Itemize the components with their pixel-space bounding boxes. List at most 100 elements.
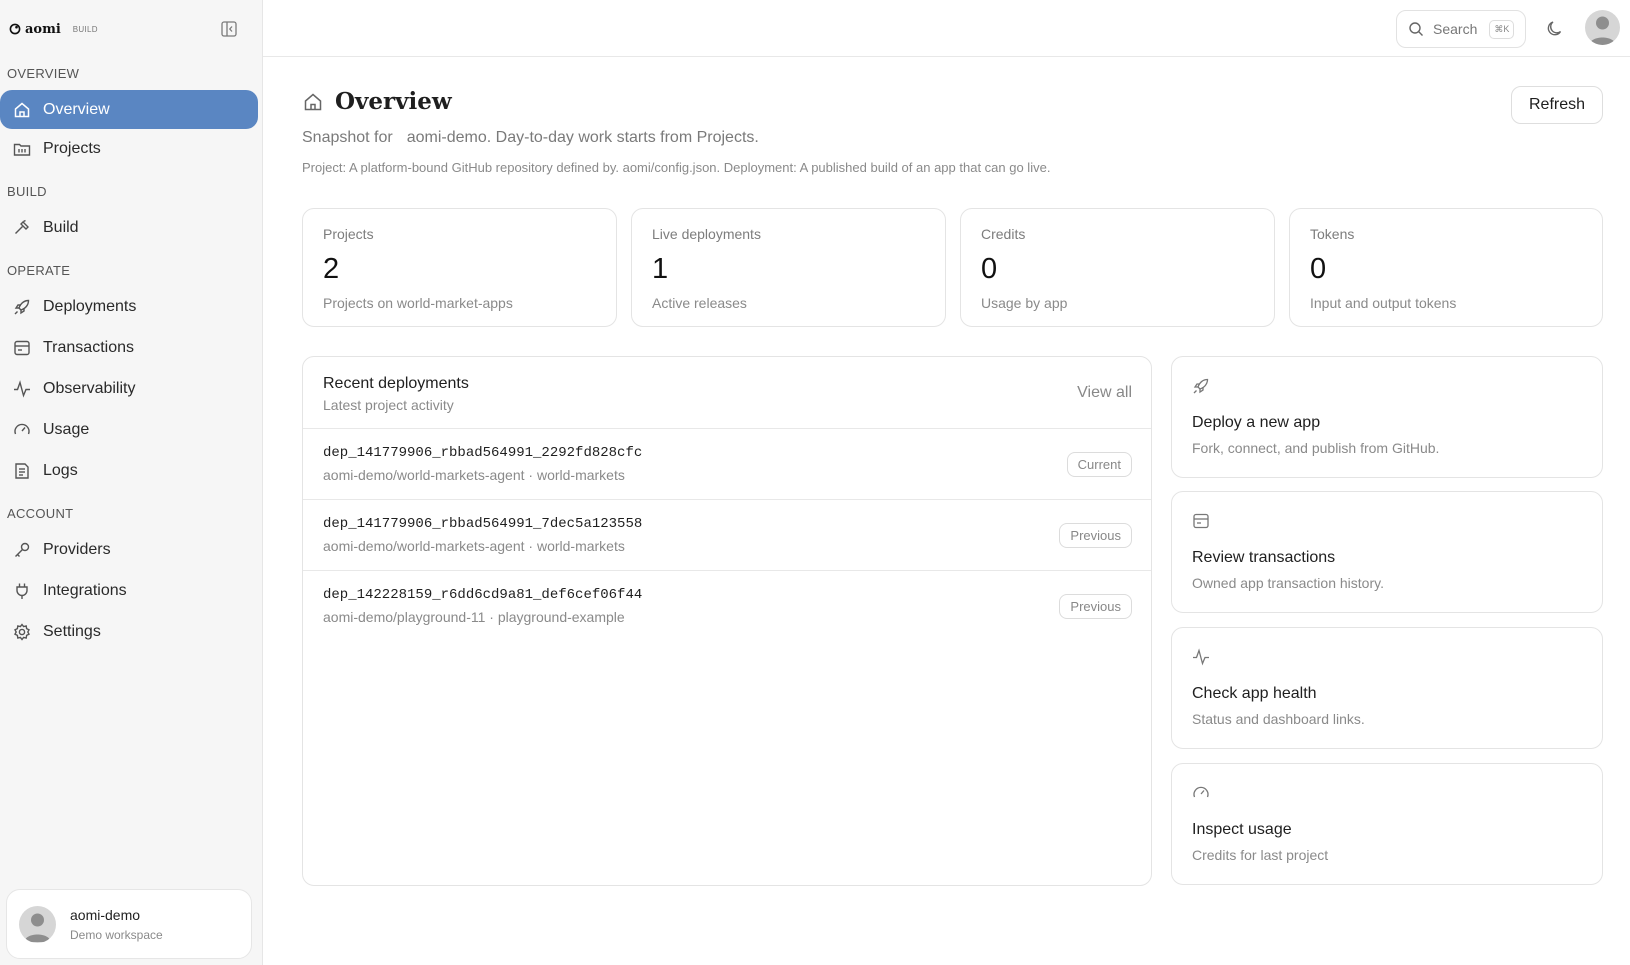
collapse-sidebar-icon[interactable] [220, 20, 238, 38]
sidebar-item-deployments[interactable]: Deployments [0, 287, 258, 326]
sidebar-item-usage[interactable]: Usage [0, 410, 258, 449]
sidebar-item-label: Build [43, 218, 79, 236]
stat-label: Tokens [1310, 226, 1355, 242]
status-badge: Current [1066, 452, 1132, 477]
sidebar-item-label: Observability [43, 379, 136, 397]
recent-deployments-title: Recent deployments [323, 375, 469, 392]
action-title: Inspect usage [1192, 821, 1292, 838]
action-title: Review transactions [1192, 549, 1336, 566]
sidebar-item-settings[interactable]: Settings [0, 612, 258, 651]
activity-icon [12, 379, 32, 399]
recent-deployments-panel: Recent deployments Latest project activi… [302, 356, 1152, 886]
deployment-meta: aomi-demo/playground-11 · playground-exa… [323, 609, 625, 625]
stat-subtitle: Active releases [652, 295, 747, 311]
transactions-icon [1191, 511, 1211, 531]
stat-card-tokens: Tokens 0 Input and output tokens [1289, 208, 1603, 327]
section-label-build: BUILD [7, 184, 47, 199]
gauge-icon [12, 420, 32, 440]
sidebar-item-integrations[interactable]: Integrations [0, 571, 258, 610]
inspect-usage-card[interactable]: Inspect usage Credits for last project [1171, 763, 1603, 885]
stat-card-projects: Projects 2 Projects on world-market-apps [302, 208, 617, 327]
sidebar-item-providers[interactable]: Providers [0, 530, 258, 569]
transactions-icon [12, 338, 32, 358]
sidebar-item-observability[interactable]: Observability [0, 369, 258, 408]
view-all-link[interactable]: View all [1077, 384, 1132, 402]
search-label: Search [1433, 21, 1478, 37]
gauge-icon [1191, 783, 1211, 803]
stat-card-credits: Credits 0 Usage by app [960, 208, 1275, 327]
brand-name: aomi [25, 21, 61, 37]
snapshot-workspace: aomi-demo. Day-to-day work starts from P… [406, 129, 759, 146]
page-title: Overview [335, 88, 452, 115]
sidebar-item-logs[interactable]: Logs [0, 451, 258, 490]
brand-tag: BUILD [72, 24, 98, 34]
stat-label: Projects [323, 226, 374, 242]
stat-subtitle: Projects on world-market-apps [323, 295, 513, 311]
sidebar-item-label: Providers [43, 540, 111, 558]
sidebar-item-label: Usage [43, 420, 90, 438]
stat-value: 0 [1310, 253, 1327, 285]
status-badge: Previous [1059, 523, 1132, 548]
stat-card-live-deployments: Live deployments 1 Active releases [631, 208, 946, 327]
deployment-id: dep_142228159_r6dd6cd9a81_def6cef06f44 [323, 587, 643, 603]
deployment-meta: aomi-demo/world-markets-agent · world-ma… [323, 538, 625, 554]
search-button[interactable]: Search ⌘K [1396, 10, 1526, 48]
deployment-row[interactable]: dep_141779906_rbbad564991_7dec5a123558 a… [303, 500, 1151, 571]
recent-deployments-header: Recent deployments Latest project activi… [303, 357, 1151, 429]
dark-mode-toggle-icon[interactable] [1545, 19, 1565, 39]
stat-value: 0 [981, 253, 998, 285]
sidebar-item-label: Settings [43, 622, 101, 640]
brand[interactable]: aomi BUILD [9, 20, 98, 38]
activity-icon [1191, 647, 1211, 667]
deployment-meta: aomi-demo/world-markets-agent · world-ma… [323, 467, 625, 483]
sidebar-item-overview[interactable]: Overview [0, 90, 258, 129]
status-badge: Previous [1059, 594, 1132, 619]
stat-subtitle: Usage by app [981, 295, 1068, 311]
check-app-health-card[interactable]: Check app health Status and dashboard li… [1171, 627, 1603, 749]
workspace-switcher[interactable]: aomi-demo Demo workspace [6, 889, 252, 959]
review-transactions-card[interactable]: Review transactions Owned app transactio… [1171, 491, 1603, 613]
home-icon [302, 91, 324, 113]
action-title: Deploy a new app [1192, 414, 1321, 431]
snapshot-text: Snapshot for aomi-demo. Day-to-day work s… [302, 129, 759, 147]
recent-deployments-subtitle: Latest project activity [323, 397, 454, 413]
deployment-row[interactable]: dep_141779906_rbbad564991_2292fd828cfc a… [303, 429, 1151, 500]
stat-value: 1 [652, 253, 669, 285]
search-shortcut: ⌘K [1489, 19, 1515, 39]
sidebar-item-label: Deployments [43, 297, 137, 315]
gear-icon [12, 622, 32, 642]
sidebar-item-label: Overview [43, 100, 110, 118]
sidebar-item-projects[interactable]: Projects [0, 129, 258, 168]
stat-label: Live deployments [652, 226, 761, 242]
sidebar-item-label: Projects [43, 139, 101, 157]
aomi-logo-icon [9, 23, 21, 35]
plug-icon [12, 581, 32, 601]
logs-icon [12, 461, 32, 481]
sidebar-item-build[interactable]: Build [0, 208, 258, 247]
deployment-row[interactable]: dep_142228159_r6dd6cd9a81_def6cef06f44 a… [303, 571, 1151, 642]
action-subtitle: Status and dashboard links. [1192, 711, 1365, 727]
workspace-subtitle: Demo workspace [70, 927, 163, 942]
sidebar-item-transactions[interactable]: Transactions [0, 328, 258, 367]
snapshot-prefix: Snapshot for [302, 129, 393, 146]
sidebar: aomi BUILD OVERVIEW Overview Projects BU… [0, 0, 263, 965]
definitions-text: Project: A platform-bound GitHub reposit… [302, 160, 1051, 175]
rocket-icon [12, 297, 32, 317]
stat-label: Credits [981, 226, 1026, 242]
sidebar-item-label: Integrations [43, 581, 127, 599]
action-subtitle: Credits for last project [1192, 847, 1329, 863]
stat-value: 2 [323, 253, 340, 285]
hammer-icon [12, 218, 32, 238]
section-label-operate: OPERATE [7, 263, 71, 278]
sidebar-item-label: Logs [43, 461, 78, 479]
workspace-name: aomi-demo [70, 906, 141, 923]
action-subtitle: Fork, connect, and publish from GitHub. [1192, 440, 1440, 456]
home-icon [12, 100, 32, 120]
rocket-icon [1191, 376, 1211, 396]
user-avatar[interactable] [1585, 10, 1620, 45]
refresh-button[interactable]: Refresh [1511, 86, 1603, 124]
page-header: Overview [302, 88, 452, 115]
deploy-new-app-card[interactable]: Deploy a new app Fork, connect, and publ… [1171, 356, 1603, 478]
action-title: Check app health [1192, 685, 1317, 702]
avatar [19, 905, 56, 943]
